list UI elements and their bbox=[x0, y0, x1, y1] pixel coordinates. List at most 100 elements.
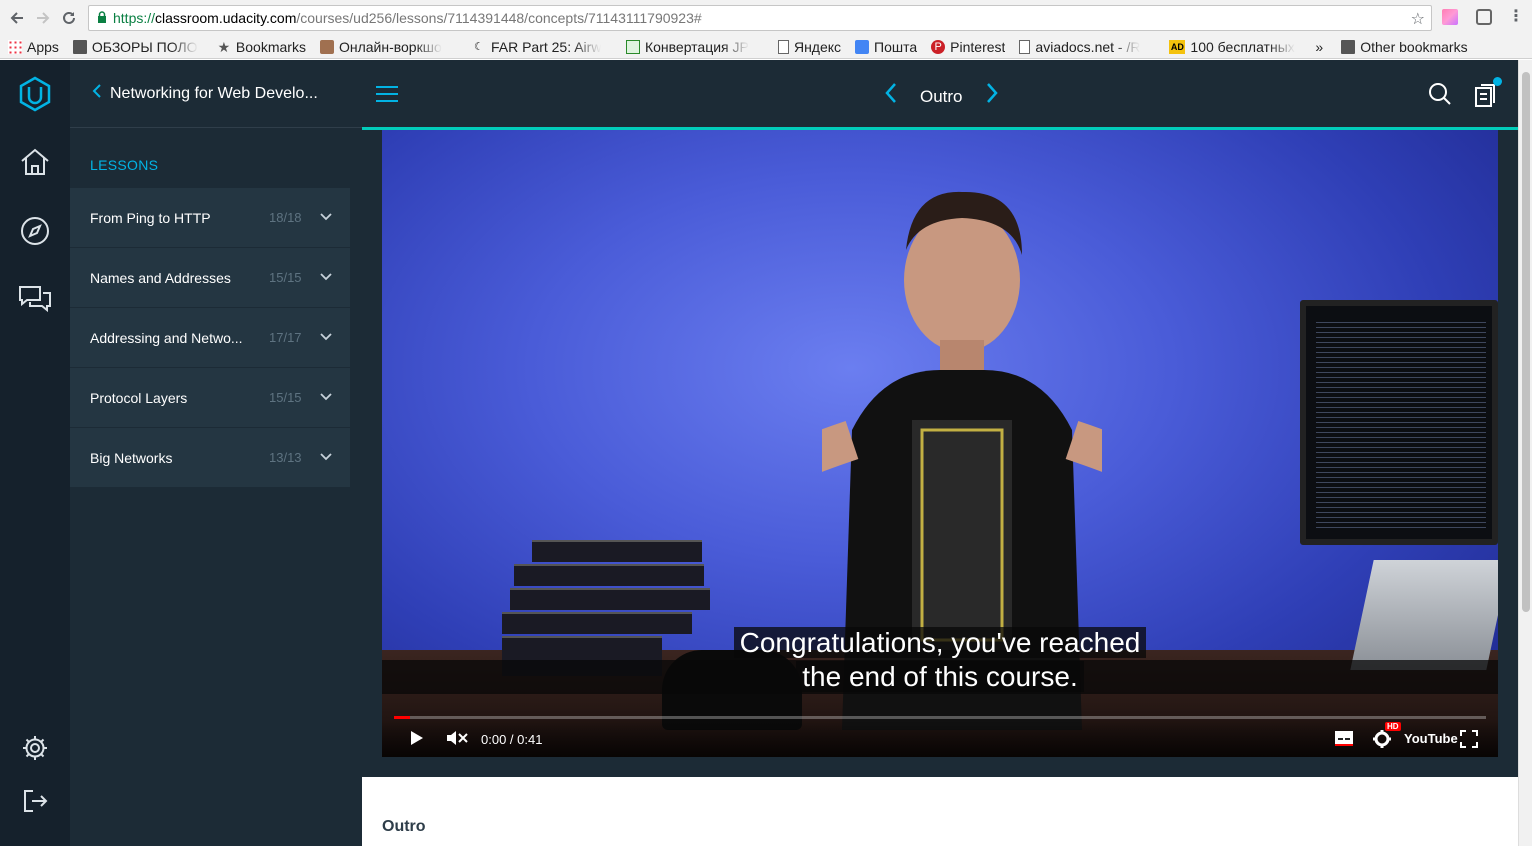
chat-icon[interactable] bbox=[17, 281, 53, 317]
lessons-panel: Networking for Web Develo... LESSONS Fro… bbox=[70, 60, 362, 846]
bookmark-pinterest[interactable]: P Pinterest bbox=[931, 39, 1005, 55]
bookmark-aviadocs[interactable]: aviadocs.net - /R bbox=[1019, 39, 1155, 55]
concept-navigation: Outro bbox=[884, 82, 999, 111]
video-progress-bar[interactable] bbox=[394, 716, 1486, 719]
arrow-right-icon bbox=[37, 11, 50, 24]
previous-concept-button[interactable] bbox=[884, 82, 898, 111]
bookmark-far-part-25[interactable]: ☾ FAR Part 25: Airw bbox=[472, 39, 612, 55]
subtitles-icon bbox=[1335, 731, 1353, 746]
reload-button[interactable] bbox=[56, 5, 82, 31]
convert-icon bbox=[625, 39, 640, 54]
bookmark-star-icon[interactable]: ☆ bbox=[1411, 9, 1425, 29]
chevron-down-icon bbox=[320, 208, 332, 224]
volume-muted-icon bbox=[447, 731, 468, 745]
back-button[interactable] bbox=[4, 5, 30, 31]
chevron-right-icon bbox=[986, 83, 998, 103]
bookmark-folder-obzory[interactable]: ОБЗОРЫ ПОЛО bbox=[72, 39, 203, 55]
chevron-left-icon bbox=[885, 83, 896, 103]
star-icon: ★ bbox=[217, 38, 231, 55]
browser-toolbar: https://classroom.udacity.com/courses/ud… bbox=[0, 0, 1532, 35]
search-icon[interactable] bbox=[1428, 82, 1452, 113]
ad-icon: AD bbox=[1169, 39, 1186, 54]
bookmark-poshta[interactable]: Пошта bbox=[855, 39, 917, 55]
extension-shield-icon[interactable] bbox=[1476, 9, 1492, 25]
lesson-name: From Ping to HTTP bbox=[90, 209, 211, 226]
video-time: 0:00 / 0:41 bbox=[481, 732, 543, 747]
lesson-name: Names and Addresses bbox=[90, 269, 231, 286]
fullscreen-button[interactable] bbox=[1460, 730, 1478, 751]
video-controls: 0:00 / 0:41 HD YouTube bbox=[382, 720, 1498, 757]
lesson-item[interactable]: Protocol Layers 15/15 bbox=[70, 368, 350, 428]
subtitles-button[interactable] bbox=[1334, 730, 1354, 749]
lesson-progress-count: 18/18 bbox=[269, 210, 302, 225]
lesson-progress-count: 13/13 bbox=[269, 450, 302, 465]
chevron-down-icon bbox=[320, 388, 332, 404]
extension-icon[interactable] bbox=[1442, 9, 1458, 25]
scrollbar-thumb[interactable] bbox=[1522, 72, 1530, 612]
fullscreen-icon bbox=[1460, 730, 1478, 748]
bookmark-yandex[interactable]: Яндекс bbox=[777, 39, 841, 55]
udacity-logo-icon[interactable] bbox=[17, 76, 53, 112]
notification-dot bbox=[1493, 77, 1502, 86]
forward-button[interactable] bbox=[30, 5, 56, 31]
address-bar[interactable]: https://classroom.udacity.com/courses/ud… bbox=[88, 5, 1432, 31]
gear-icon bbox=[1373, 730, 1391, 748]
bookmark-workshop[interactable]: Онлайн-воркшо bbox=[319, 39, 458, 55]
concept-header: Outro bbox=[362, 60, 1518, 130]
concept-title: Outro bbox=[920, 86, 963, 106]
lesson-item[interactable]: Big Networks 13/13 bbox=[70, 428, 350, 488]
settings-button[interactable] bbox=[1372, 729, 1392, 752]
pinterest-icon: P bbox=[931, 39, 946, 54]
bookmarks-overflow[interactable]: » bbox=[1315, 39, 1323, 55]
lesson-item[interactable]: Names and Addresses 15/15 bbox=[70, 248, 350, 308]
bookmark-bookmarks[interactable]: ★ Bookmarks bbox=[217, 39, 306, 55]
video-progress-fill bbox=[394, 716, 411, 719]
lesson-name: Addressing and Netwo... bbox=[90, 329, 243, 346]
browser-menu-icon[interactable]: ⋮ bbox=[1508, 6, 1524, 26]
lesson-progress-count: 17/17 bbox=[269, 330, 302, 345]
arrow-left-icon bbox=[10, 11, 23, 24]
chevron-down-icon bbox=[320, 268, 332, 284]
lesson-name: Big Networks bbox=[90, 449, 173, 466]
play-icon bbox=[411, 731, 423, 745]
logout-icon[interactable] bbox=[17, 783, 53, 819]
user-icon bbox=[319, 39, 334, 54]
url-host: classroom.udacity.com bbox=[155, 10, 297, 26]
concept-content: Outro bbox=[362, 777, 1518, 846]
settings-gear-icon[interactable] bbox=[17, 730, 53, 766]
youtube-logo[interactable]: YouTube bbox=[1404, 731, 1458, 746]
play-button[interactable] bbox=[410, 730, 424, 749]
video-captions: Congratulations, you've reached the end … bbox=[382, 626, 1498, 694]
lessons-heading: LESSONS bbox=[90, 157, 159, 173]
video-scene-monitor bbox=[1300, 300, 1498, 545]
concept-heading: Outro bbox=[382, 818, 426, 835]
lock-icon bbox=[97, 10, 107, 26]
lesson-progress-count: 15/15 bbox=[269, 270, 302, 285]
hd-badge: HD bbox=[1385, 722, 1401, 731]
url-scheme: https:// bbox=[113, 10, 156, 26]
course-title: Networking for Web Develo... bbox=[110, 84, 318, 102]
bookmark-100-free[interactable]: AD 100 бесплатных bbox=[1169, 39, 1305, 55]
bookmark-other[interactable]: Other bookmarks bbox=[1341, 39, 1468, 55]
bookmark-convert-jpg[interactable]: Конвертация JP bbox=[625, 39, 764, 55]
home-icon[interactable] bbox=[17, 144, 53, 180]
next-concept-button[interactable] bbox=[985, 82, 999, 111]
chevron-down-icon bbox=[320, 328, 332, 344]
folder-icon bbox=[72, 39, 87, 54]
app-sidebar bbox=[0, 60, 70, 846]
hamburger-menu-icon[interactable] bbox=[376, 86, 398, 102]
lesson-item[interactable]: From Ping to HTTP 18/18 bbox=[70, 188, 350, 248]
lesson-list: From Ping to HTTP 18/18 Names and Addres… bbox=[70, 188, 350, 488]
caption-line-2: the end of this course. bbox=[382, 660, 1498, 694]
far-icon: ☾ bbox=[474, 40, 484, 53]
page-scrollbar[interactable] bbox=[1518, 60, 1532, 846]
youtube-video-player[interactable]: Congratulations, you've reached the end … bbox=[382, 130, 1498, 757]
compass-icon[interactable] bbox=[17, 213, 53, 249]
notes-icon[interactable] bbox=[1474, 77, 1502, 113]
mute-button[interactable] bbox=[446, 729, 468, 750]
bookmark-apps[interactable]: Apps bbox=[8, 39, 59, 55]
course-back-link[interactable]: Networking for Web Develo... bbox=[70, 60, 362, 128]
url-path: /courses/ud256/lessons/7114391448/concep… bbox=[296, 10, 702, 26]
lesson-item[interactable]: Addressing and Netwo... 17/17 bbox=[70, 308, 350, 368]
folder-icon bbox=[1341, 39, 1356, 54]
